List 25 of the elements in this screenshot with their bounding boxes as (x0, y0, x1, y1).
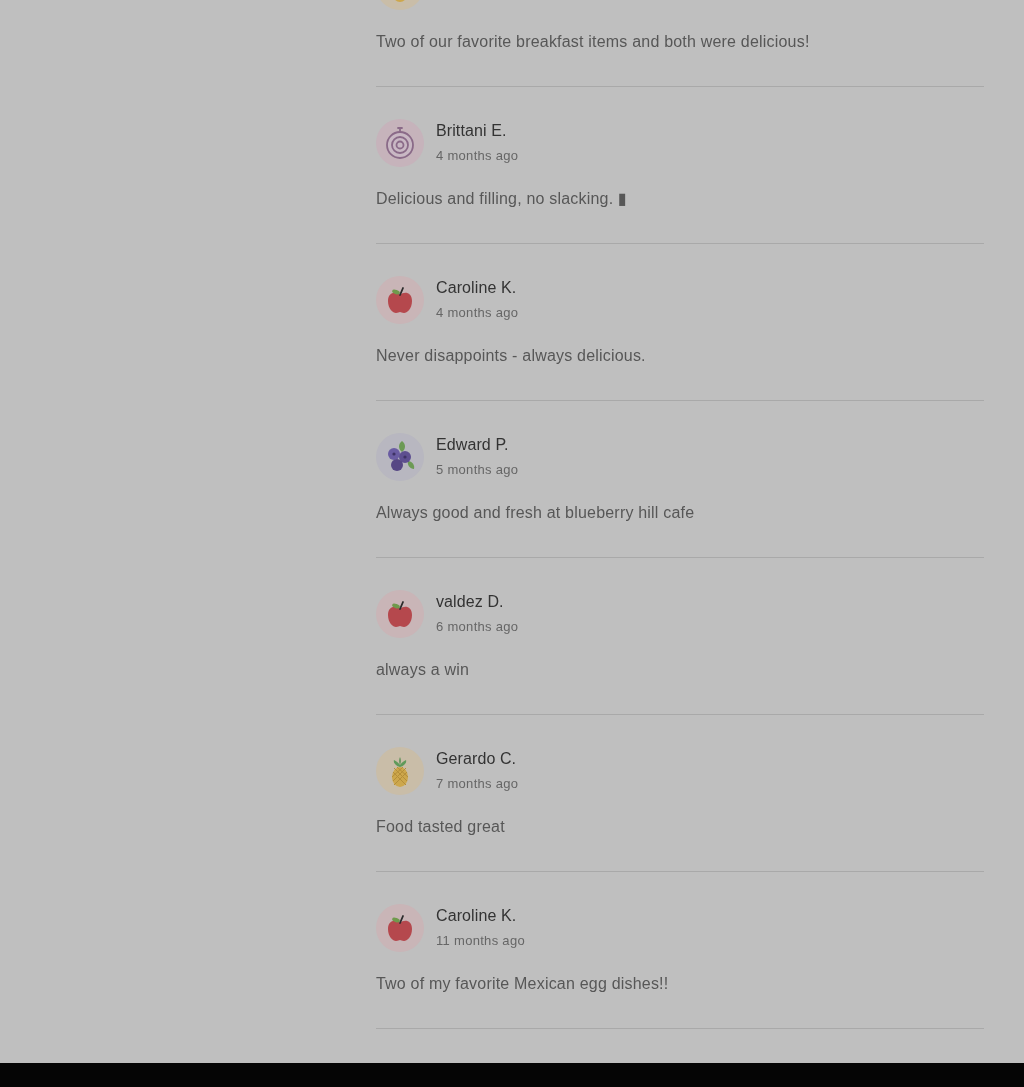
onion-avatar-icon (376, 119, 424, 167)
review-text: Two of my favorite Mexican egg dishes!! (376, 974, 670, 994)
reviewer-name: Gerardo C. (436, 749, 518, 769)
reviewer-name: Caroline K. (436, 906, 518, 926)
review-time: 6 months ago (436, 618, 519, 636)
review-time: 11 months ago (436, 932, 525, 950)
review-time: 7 months ago (436, 775, 519, 793)
apple-avatar-icon (376, 590, 424, 638)
reviewer-name: valdez D. (436, 592, 505, 612)
review-time: 4 months ago (436, 147, 519, 165)
review-text: Never disappoints - always delicious. (376, 346, 647, 366)
review-text: Delicious and filling, no slacking. ▮ (376, 189, 628, 209)
apple-avatar-icon (376, 904, 424, 952)
review-time: 5 months ago (436, 461, 519, 479)
review-text: Food tasted great (376, 817, 506, 837)
pineapple-avatar-icon (376, 747, 424, 795)
review-time: 4 months ago (436, 304, 519, 322)
blueberry-avatar-icon (376, 433, 424, 481)
review-text: always a win (376, 660, 471, 680)
reviewer-name: Edward P. (436, 435, 510, 455)
review-text: Always good and fresh at blueberry hill cafe (376, 503, 696, 523)
reviewer-name: Brittani E. (436, 121, 508, 141)
review-text: Two of our favorite breakfast items and both were delicious! (376, 32, 811, 52)
apple-avatar-icon (376, 276, 424, 324)
reviewer-name: Caroline K. (436, 278, 518, 298)
